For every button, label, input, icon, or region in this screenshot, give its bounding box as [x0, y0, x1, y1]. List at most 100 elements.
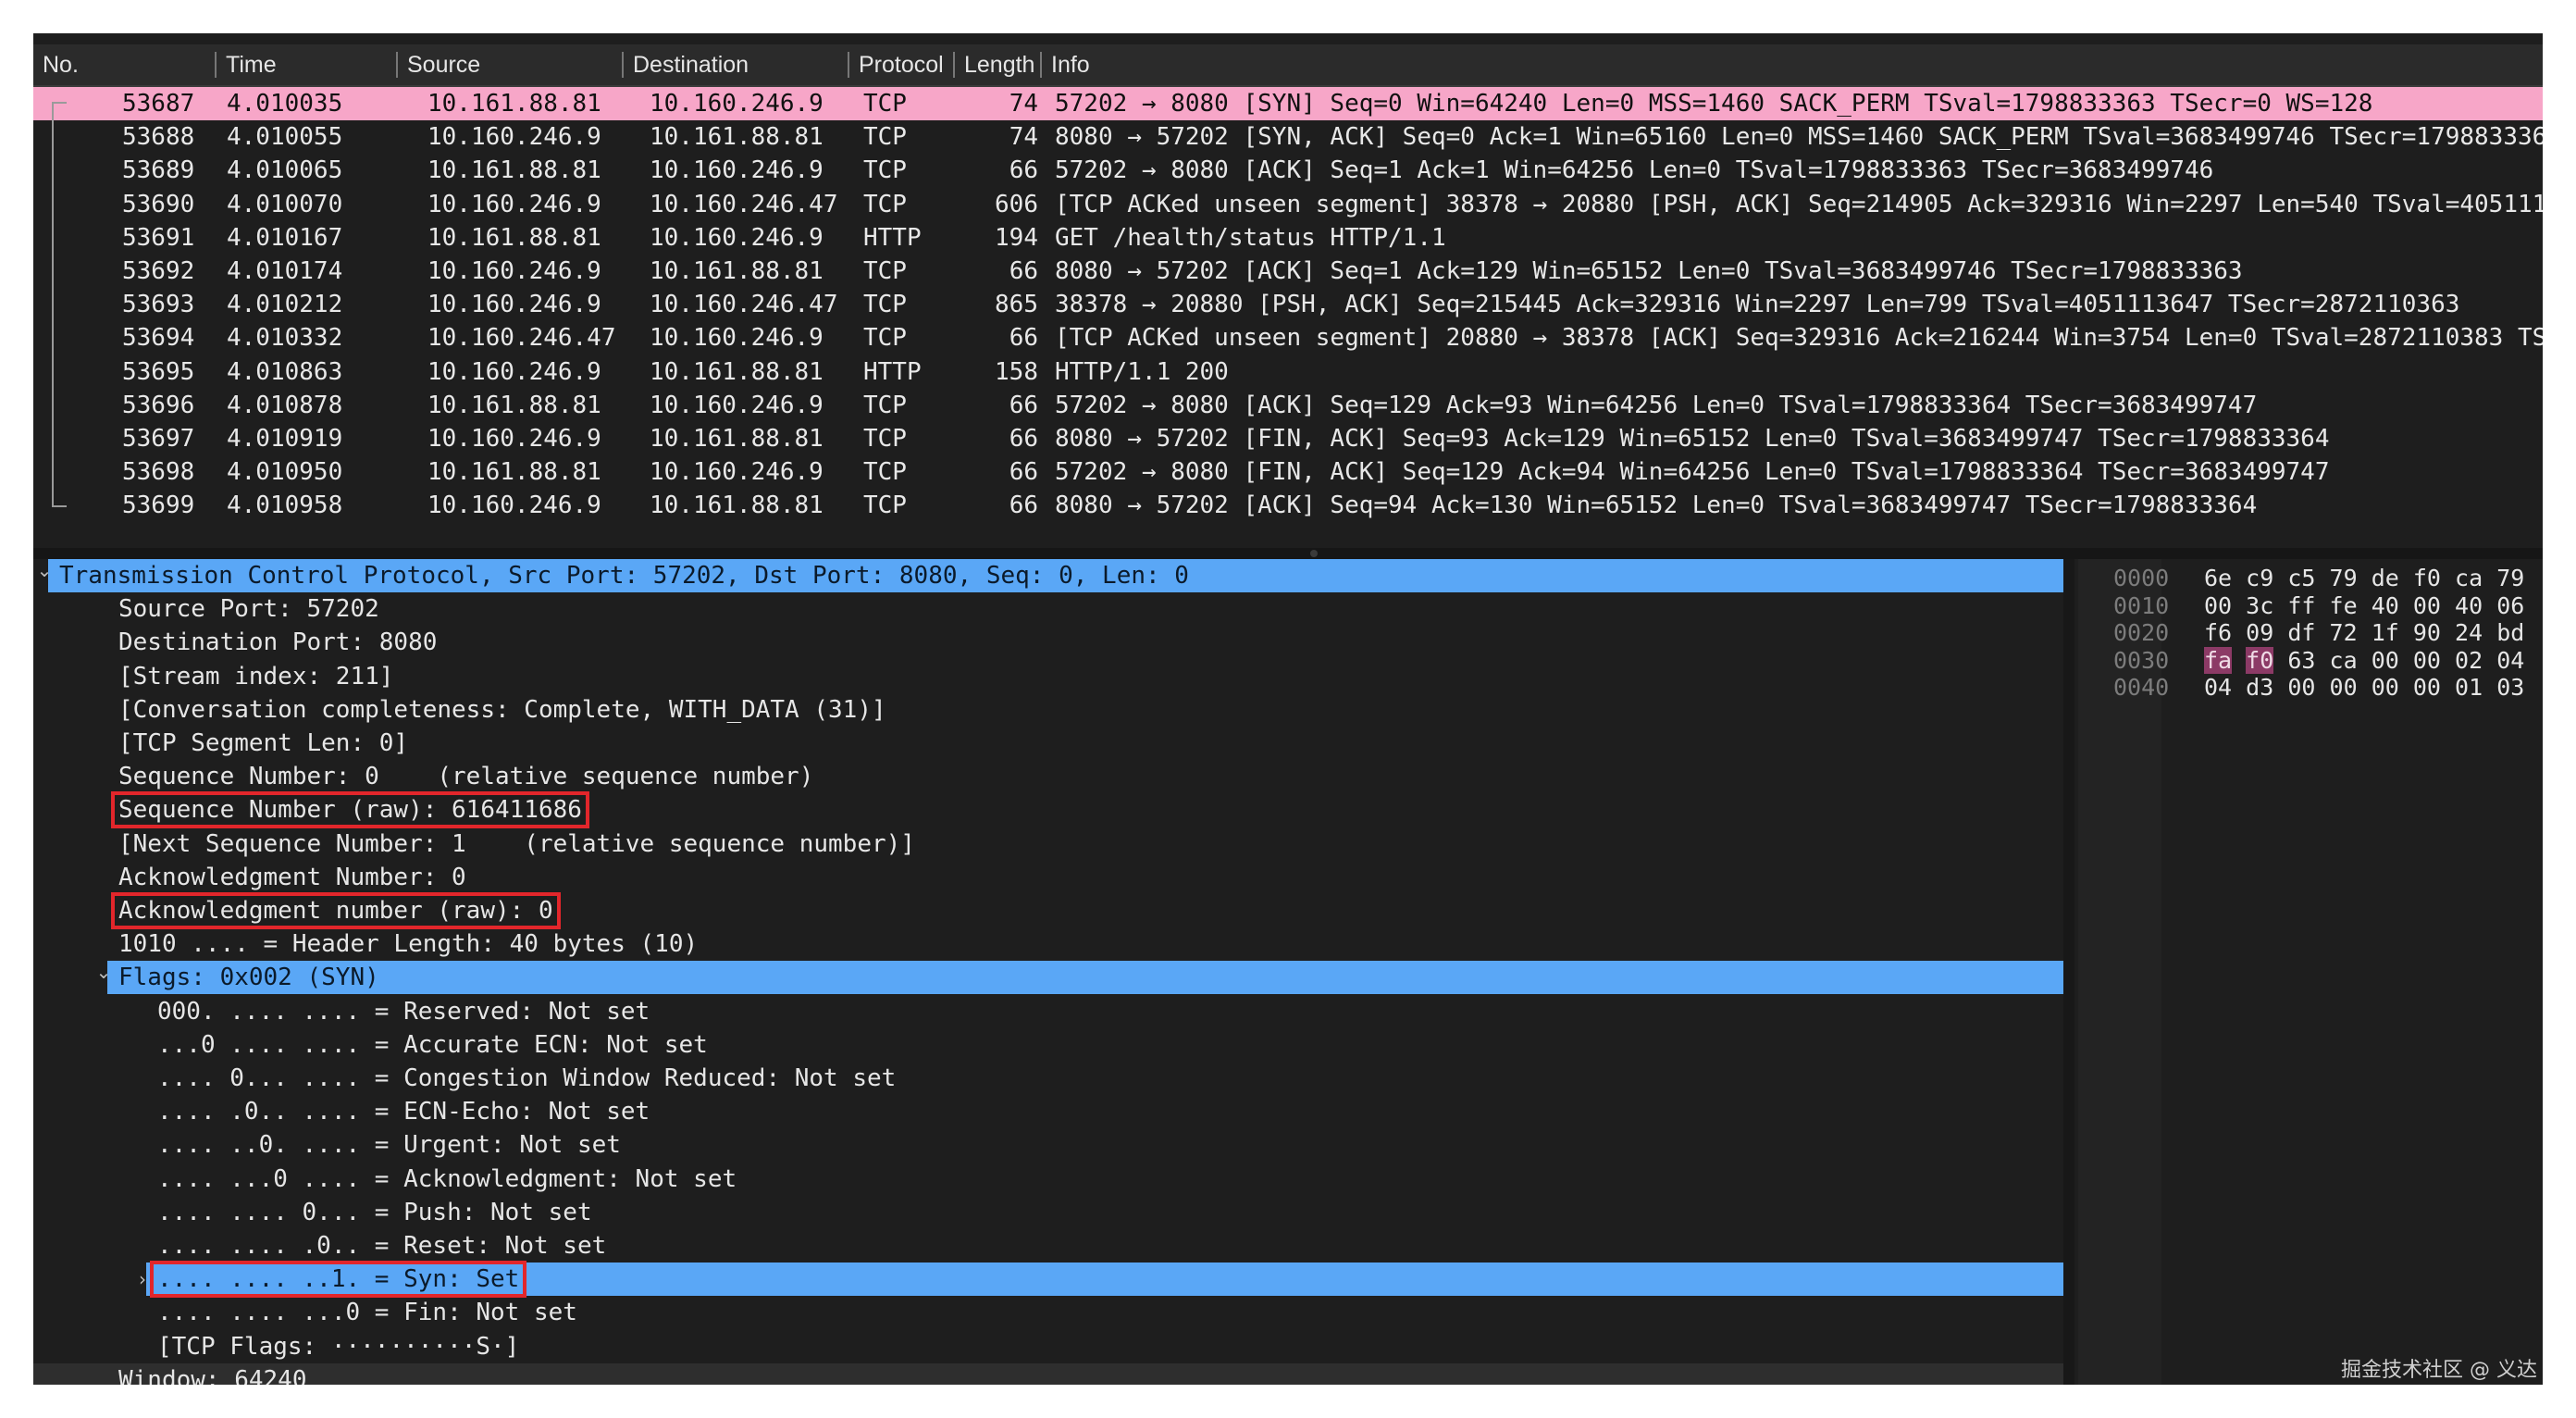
hex-byte[interactable]: f0: [2413, 565, 2441, 591]
detail-row[interactable]: ›.... .... ..1. = Syn: Set: [33, 1261, 2063, 1299]
packet-row[interactable]: 53691 4.010167 10.161.88.81 10.160.246.9 HTT…: [33, 221, 2543, 255]
detail-row[interactable]: Acknowledgment number (raw): 0: [33, 892, 2063, 929]
packet-row[interactable]: 53688 4.010055 10.160.246.9 10.161.88.81 TCP…: [33, 120, 2543, 154]
packet-row[interactable]: 53692 4.010174 10.160.246.9 10.161.88.81 TCP…: [33, 255, 2543, 288]
hex-byte[interactable]: ca: [2330, 647, 2358, 674]
hex-byte[interactable]: 00: [2330, 674, 2358, 701]
details-scrollbar[interactable]: [2063, 559, 2074, 1385]
detail-row[interactable]: Destination Port: 8080: [33, 626, 2063, 659]
hex-byte[interactable]: 40: [2372, 592, 2399, 619]
packet-list[interactable]: 53687 4.010035 10.161.88.81 10.160.246.9 TCP…: [33, 87, 2543, 550]
hex-byte[interactable]: d3: [2246, 674, 2273, 701]
hex-byte[interactable]: 79: [2330, 565, 2358, 591]
hex-byte[interactable]: c9: [2246, 565, 2273, 591]
hex-byte[interactable]: ca: [2455, 565, 2483, 591]
hex-byte[interactable]: bd: [2496, 619, 2524, 646]
packet-row[interactable]: 53687 4.010035 10.161.88.81 10.160.246.9 TCP…: [33, 87, 2543, 120]
chevron-right-icon[interactable]: ›: [133, 1263, 152, 1296]
packet-row[interactable]: 53689 4.010065 10.161.88.81 10.160.246.9 TCP…: [33, 154, 2543, 187]
hex-byte[interactable]: 06: [2496, 592, 2524, 619]
packet-row[interactable]: 53693 4.010212 10.160.246.9 10.160.246.47 TC…: [33, 288, 2543, 321]
hex-byte[interactable]: c5: [2287, 565, 2315, 591]
column-header-source[interactable]: Source: [396, 52, 622, 78]
hex-byte[interactable]: 72: [2330, 619, 2358, 646]
hex-line[interactable]: fa f0 63 ca 00 00 02 04: [2204, 646, 2524, 675]
packet-details-tree[interactable]: ⌄ Transmission Control Protocol, Src Port…: [33, 559, 2063, 1385]
hex-byte[interactable]: 00: [2413, 647, 2441, 674]
column-header-no[interactable]: No.: [33, 44, 215, 85]
column-header-destination[interactable]: Destination: [622, 52, 848, 78]
hex-byte[interactable]: 00: [2287, 674, 2315, 701]
column-header-length[interactable]: Length: [953, 52, 1040, 78]
hex-byte[interactable]: ff: [2287, 592, 2315, 619]
hex-byte[interactable]: 63: [2287, 647, 2315, 674]
detail-row[interactable]: ⌄ Flags: 0x002 (SYN): [33, 961, 2063, 995]
detail-row[interactable]: .... ...0 .... = Acknowledgment: Not set: [33, 1163, 2063, 1196]
hex-byte[interactable]: 04: [2496, 647, 2524, 674]
byte-offset: 0000: [2113, 565, 2170, 591]
hex-byte[interactable]: 00: [2413, 592, 2441, 619]
detail-row[interactable]: [Next Sequence Number: 1 (relative seque…: [33, 827, 2063, 861]
hex-byte[interactable]: 90: [2413, 619, 2441, 646]
hex-byte[interactable]: 02: [2455, 647, 2483, 674]
hex-byte[interactable]: 6e: [2204, 565, 2232, 591]
packet-row[interactable]: 53690 4.010070 10.160.246.9 10.160.246.47 TC…: [33, 188, 2543, 221]
hex-byte[interactable]: de: [2372, 565, 2399, 591]
detail-row[interactable]: 000. .... .... = Reserved: Not set: [33, 995, 2063, 1028]
hex-byte[interactable]: 03: [2496, 674, 2524, 701]
detail-row[interactable]: .... .0.. .... = ECN-Echo: Not set: [33, 1095, 2063, 1128]
packet-row[interactable]: 53697 4.010919 10.160.246.9 10.161.88.81 TCP…: [33, 422, 2543, 455]
detail-row[interactable]: ...0 .... .... = Accurate ECN: Not set: [33, 1028, 2063, 1062]
hex-byte[interactable]: 00: [2413, 674, 2441, 701]
detail-row[interactable]: Window: 64240: [33, 1362, 2063, 1385]
detail-row[interactable]: [Stream index: 211]: [33, 660, 2063, 693]
hex-byte[interactable]: 00: [2204, 592, 2232, 619]
column-header-info[interactable]: Info: [1040, 52, 1595, 78]
detail-row[interactable]: Sequence Number (raw): 616411686: [33, 791, 2063, 829]
hex-byte[interactable]: f0: [2246, 646, 2274, 674]
detail-row[interactable]: Acknowledgment Number: 0: [33, 861, 2063, 894]
detail-row[interactable]: ⌄ Transmission Control Protocol, Src Port…: [33, 559, 2063, 592]
column-header-time[interactable]: Time: [215, 52, 379, 78]
packet-row[interactable]: 53698 4.010950 10.161.88.81 10.160.246.9 TCP…: [33, 455, 2543, 489]
chevron-down-icon[interactable]: ⌄: [94, 955, 113, 989]
detail-row[interactable]: [Conversation completeness: Complete, WI…: [33, 693, 2063, 727]
hex-byte[interactable]: fe: [2330, 592, 2358, 619]
cell-destination: 10.161.88.81: [650, 257, 824, 285]
pane-splitter[interactable]: [33, 548, 2543, 559]
hex-line[interactable]: 04 d3 00 00 00 00 01 03: [2204, 674, 2524, 702]
hex-byte[interactable]: 09: [2246, 619, 2273, 646]
detail-row[interactable]: [TCP Flags: ··········S·]: [33, 1330, 2063, 1363]
hex-line[interactable]: 6e c9 c5 79 de f0 ca 79: [2204, 565, 2524, 592]
hex-byte[interactable]: df: [2287, 619, 2315, 646]
column-header-protocol[interactable]: Protocol: [848, 52, 953, 78]
hex-byte[interactable]: 40: [2455, 592, 2483, 619]
detail-row[interactable]: .... 0... .... = Congestion Window Reduc…: [33, 1062, 2063, 1095]
packet-row[interactable]: 53695 4.010863 10.160.246.9 10.161.88.81 HTT…: [33, 355, 2543, 389]
packet-row[interactable]: 53694 4.010332 10.160.246.47 10.160.246.9 TC…: [33, 321, 2543, 354]
detail-row[interactable]: Source Port: 57202: [33, 592, 2063, 626]
hex-line[interactable]: 00 3c ff fe 40 00 40 06: [2204, 592, 2524, 620]
hex-line[interactable]: f6 09 df 72 1f 90 24 bd: [2204, 619, 2524, 647]
detail-row[interactable]: Sequence Number: 0 (relative sequence nu…: [33, 760, 2063, 793]
packet-row[interactable]: 53699 4.010958 10.160.246.9 10.161.88.81 TCP…: [33, 489, 2543, 522]
detail-row[interactable]: 1010 .... = Header Length: 40 bytes (10): [33, 927, 2063, 961]
hex-byte[interactable]: 04: [2204, 674, 2232, 701]
hex-byte[interactable]: 00: [2372, 647, 2399, 674]
detail-row[interactable]: .... .... ...0 = Fin: Not set: [33, 1296, 2063, 1329]
detail-row[interactable]: .... .... .0.. = Reset: Not set: [33, 1229, 2063, 1263]
chevron-down-icon[interactable]: ⌄: [35, 559, 54, 587]
hex-byte[interactable]: 01: [2455, 674, 2483, 701]
packet-bytes-pane[interactable]: 0000 6e c9 c5 79 de f0 ca 79 0010 00 3c ff …: [2074, 559, 2543, 1385]
hex-byte[interactable]: fa: [2204, 646, 2233, 674]
hex-byte[interactable]: 3c: [2246, 592, 2273, 619]
detail-row[interactable]: .... ..0. .... = Urgent: Not set: [33, 1128, 2063, 1162]
packet-row[interactable]: 53696 4.010878 10.161.88.81 10.160.246.9 TCP…: [33, 389, 2543, 422]
hex-byte[interactable]: 1f: [2372, 619, 2399, 646]
hex-byte[interactable]: f6: [2204, 619, 2232, 646]
hex-byte[interactable]: 00: [2372, 674, 2399, 701]
detail-row[interactable]: [TCP Segment Len: 0]: [33, 727, 2063, 760]
hex-byte[interactable]: 24: [2455, 619, 2483, 646]
hex-byte[interactable]: 79: [2496, 565, 2524, 591]
detail-row[interactable]: .... .... 0... = Push: Not set: [33, 1196, 2063, 1229]
